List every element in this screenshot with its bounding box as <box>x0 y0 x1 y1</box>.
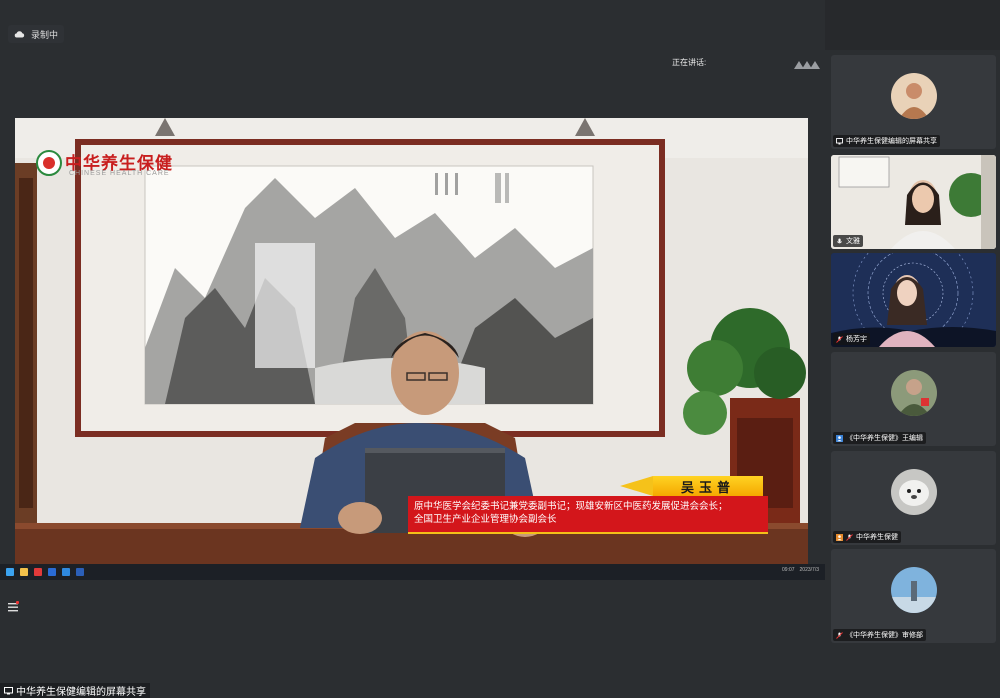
system-tray: 09:07 2023/7/3 <box>782 567 819 573</box>
participant-name: 中华养生保健编辑的屏幕共享 <box>846 138 937 145</box>
mic-icon <box>837 238 842 243</box>
avatar <box>891 73 937 119</box>
participant-tile-screen-share[interactable]: 中华养生保健编辑的屏幕共享 <box>831 55 996 149</box>
participant-name: 《中华养生保健》王编辑 <box>846 435 923 442</box>
participant-name: 中华养生保健 <box>856 534 898 541</box>
participant-label: 文雅 <box>833 235 863 247</box>
list-icon <box>8 601 19 612</box>
logo-en: CHINESE HEALTH CARE <box>69 170 170 177</box>
participant-name: 文雅 <box>846 238 860 245</box>
layout-icon[interactable] <box>793 58 821 70</box>
participant-tile-zhonghua[interactable]: 中华养生保健 <box>831 451 996 545</box>
mic-muted-icon <box>846 533 853 541</box>
mic-muted-icon <box>836 631 843 639</box>
caption-line-2: 全国卫生产业企业管理协会副会长 <box>414 514 557 525</box>
caption-name: 吴玉普 <box>653 476 763 496</box>
participant-tile-review-dept[interactable]: 《中华养生保健》审修部 <box>831 549 996 643</box>
avatar <box>891 469 937 515</box>
panel-header <box>825 0 1000 50</box>
participant-label: 杨芳宇 <box>833 333 870 345</box>
caption-arrow <box>620 476 653 496</box>
wps-icon <box>34 568 42 576</box>
participant-label: 《中华养生保健》审修部 <box>833 629 926 641</box>
participant-name: 《中华养生保健》审修部 <box>846 632 923 639</box>
shared-taskbar: 09:07 2023/7/3 <box>0 564 825 580</box>
screen-share-icon <box>836 137 843 144</box>
participant-label: 《中华养生保健》王编辑 <box>833 432 926 444</box>
participant-panel: 中华养生保健编辑的屏幕共享 文雅 杨芳宇 《中华养生保健》王编辑 中华养生保健 … <box>825 0 1000 698</box>
recording-indicator[interactable]: 录制中 <box>8 25 65 43</box>
caption-line-1: 原中华医学会纪委书记兼党委副书记；现雄安新区中医药发展促进会会长； <box>414 501 728 512</box>
participant-list-button[interactable] <box>4 598 22 616</box>
speaking-indicator: 正在讲话: <box>672 58 707 67</box>
caption-title: 原中华医学会纪委书记兼党委副书记；现雄安新区中医药发展促进会会长； 全国卫生产业… <box>408 496 768 534</box>
recording-label: 录制中 <box>31 29 59 40</box>
meeting-window: 录制中 正在讲话: 中华养生保健 CHINESE HEALTH CARE 吴玉普… <box>0 0 1000 698</box>
word-icon <box>76 568 84 576</box>
participant-label: 中华养生保健编辑的屏幕共享 <box>833 135 940 147</box>
user-icon <box>836 434 843 442</box>
cloud-icon <box>14 31 25 38</box>
avatar <box>891 370 937 416</box>
windows-start-icon <box>6 568 14 576</box>
main-stage: 录制中 正在讲话: 中华养生保健 CHINESE HEALTH CARE 吴玉普… <box>0 0 825 698</box>
screen-share-text: 中华养生保健编辑的屏幕共享 <box>16 687 146 698</box>
meeting-app-icon <box>62 568 70 576</box>
app-icon <box>48 568 56 576</box>
participant-tile-yangfangyu[interactable]: 杨芳宇 <box>831 253 996 347</box>
tray-time: 09:07 <box>782 567 795 573</box>
participant-label: 中华养生保健 <box>833 531 901 543</box>
folder-icon <box>20 568 28 576</box>
screen-share-icon <box>4 686 13 694</box>
tray-date: 2023/7/3 <box>799 567 819 573</box>
participant-name: 杨芳宇 <box>846 336 867 343</box>
participant-tile-wenya[interactable]: 文雅 <box>831 155 996 249</box>
screen-share-label: 中华养生保健编辑的屏幕共享 <box>0 683 150 698</box>
mic-muted-icon <box>836 335 843 343</box>
user-icon <box>836 533 843 541</box>
avatar <box>891 567 937 613</box>
participant-tile-wang-editor[interactable]: 《中华养生保健》王编辑 <box>831 352 996 446</box>
